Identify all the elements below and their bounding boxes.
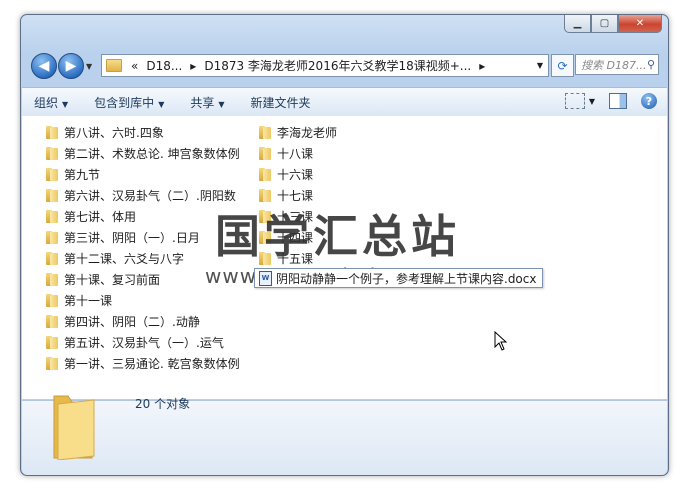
- folder-item[interactable]: 第六讲、汉易卦气（二）.阴阳数: [46, 186, 236, 204]
- folder-label: 李海龙老师: [277, 125, 338, 140]
- folder-item[interactable]: 第九节: [46, 165, 100, 183]
- folder-label: 十八课: [277, 146, 314, 161]
- new-folder-label: 新建文件夹: [250, 95, 311, 110]
- chevron-down-icon: ▼: [158, 99, 165, 109]
- folder-icon: [46, 335, 58, 349]
- folder-label: 第三讲、阴阳（一）.日月: [64, 230, 200, 245]
- folder-item[interactable]: 李海龙老师: [259, 123, 337, 141]
- folder-item[interactable]: 第二讲、术数总论. 坤宫象数体例: [46, 144, 240, 162]
- address-dropdown-icon[interactable]: ▼: [537, 61, 543, 70]
- folder-item[interactable]: 第五讲、汉易卦气（一）.运气: [46, 333, 224, 351]
- maximize-button[interactable]: ▢: [591, 15, 618, 33]
- folder-label: 第十课、复习前面: [64, 272, 161, 287]
- folder-icon: [46, 167, 58, 181]
- chevron-down-icon: ▼: [62, 99, 69, 109]
- preview-pane-icon[interactable]: [609, 93, 627, 109]
- search-placeholder: 搜索 D187...: [581, 58, 647, 72]
- breadcrumb-separator-icon[interactable]: ▸: [190, 59, 196, 73]
- folder-icon: [106, 59, 122, 72]
- folder-label: 第一讲、三易通论. 乾宫象数体例: [64, 356, 240, 371]
- folder-label: 第二讲、术数总论. 坤宫象数体例: [64, 146, 240, 161]
- drag-tooltip-label: 阴阳动静静一个例子，参考理解上节课内容.docx: [276, 271, 537, 286]
- folder-icon: [46, 293, 58, 307]
- help-icon[interactable]: ?: [641, 93, 657, 109]
- chevron-down-icon: ▼: [218, 99, 225, 109]
- search-icon[interactable]: ⚲: [647, 58, 655, 71]
- drag-tooltip: W 阴阳动静静一个例子，参考理解上节课内容.docx: [254, 268, 544, 288]
- breadcrumb-overflow[interactable]: «: [131, 59, 138, 73]
- folder-item[interactable]: 第十一课: [46, 291, 112, 309]
- refresh-button[interactable]: ⟳: [551, 54, 574, 77]
- search-input[interactable]: 搜索 D187... ⚲: [575, 54, 659, 75]
- folder-label: 第七讲、体用: [64, 209, 137, 224]
- folder-icon: [46, 272, 58, 286]
- view-options-button[interactable]: ▼: [564, 93, 595, 109]
- folder-label: 第五讲、汉易卦气（一）.运气: [64, 335, 224, 350]
- folder-item[interactable]: 第三讲、阴阳（一）.日月: [46, 228, 200, 246]
- watermark-text: 国学汇总站: [215, 210, 461, 263]
- recent-pages-dropdown-icon[interactable]: ▼: [86, 62, 92, 71]
- folder-item[interactable]: 第七讲、体用: [46, 207, 136, 225]
- folder-icon: [46, 209, 58, 223]
- breadcrumb-separator-icon[interactable]: ▸: [479, 59, 485, 73]
- folder-item[interactable]: 第四讲、阴阳（二）.动静: [46, 312, 200, 330]
- address-bar[interactable]: « D18... ▸ D1873 李海龙老师2016年六爻教学18课视频+...…: [101, 54, 549, 77]
- folder-icon: [259, 146, 271, 160]
- word-document-icon: W: [259, 270, 272, 286]
- organize-button[interactable]: 组织 ▼: [34, 94, 68, 111]
- folder-icon: [46, 314, 58, 328]
- folder-item[interactable]: 第八讲、六时.四象: [46, 123, 164, 141]
- chevron-down-icon: ▼: [588, 96, 595, 106]
- mouse-cursor-icon: [494, 331, 508, 351]
- toolbar-right: ▼ ?: [564, 93, 657, 109]
- minimize-button[interactable]: ▁: [564, 15, 591, 33]
- folder-icon: [259, 125, 271, 139]
- folder-label: 第九节: [64, 167, 101, 182]
- folder-icon: [46, 125, 58, 139]
- back-button[interactable]: ◀: [31, 53, 57, 79]
- command-bar: 组织 ▼ 包含到库中 ▼ 共享 ▼ 新建文件夹 ▼ ?: [22, 87, 667, 117]
- breadcrumb-segment-1[interactable]: D18...: [146, 59, 182, 73]
- details-pane: [22, 400, 667, 475]
- folder-label: 十六课: [277, 167, 314, 182]
- window-controls: ▁ ▢ ✕: [564, 15, 662, 33]
- folder-item[interactable]: 第十二课、六爻与八字: [46, 249, 184, 267]
- view-icon: [564, 93, 585, 109]
- forward-button[interactable]: ▶: [58, 53, 84, 79]
- folder-icon: [46, 251, 58, 265]
- status-count: 20 个对象: [135, 397, 191, 411]
- folder-label: 第八讲、六时.四象: [64, 125, 164, 140]
- large-folder-icon: [53, 395, 95, 460]
- folder-label: 第十二课、六爻与八字: [64, 251, 185, 266]
- folder-item[interactable]: 第一讲、三易通论. 乾宫象数体例: [46, 354, 240, 372]
- folder-icon: [46, 146, 58, 160]
- close-button[interactable]: ✕: [618, 15, 662, 33]
- navigation-bar: ◀ ▶ ▼ « D18... ▸ D1873 李海龙老师2016年六爻教学18课…: [29, 51, 659, 79]
- folder-icon: [46, 188, 58, 202]
- folder-icon: [46, 230, 58, 244]
- folder-icon: [259, 167, 271, 181]
- folder-icon: [46, 356, 58, 370]
- folder-item[interactable]: 十六课: [259, 165, 313, 183]
- folder-label: 第十一课: [64, 293, 113, 308]
- breadcrumb-segment-2[interactable]: D1873 李海龙老师2016年六爻教学18课视频+...: [204, 57, 471, 74]
- folder-label: 第四讲、阴阳（二）.动静: [64, 314, 200, 329]
- new-folder-button[interactable]: 新建文件夹: [251, 94, 311, 111]
- organize-label: 组织: [34, 95, 59, 110]
- include-in-library-button[interactable]: 包含到库中 ▼: [94, 94, 164, 111]
- folder-item[interactable]: 十八课: [259, 144, 313, 162]
- share-button[interactable]: 共享 ▼: [190, 94, 224, 111]
- folder-item[interactable]: 第十课、复习前面: [46, 270, 160, 288]
- share-label: 共享: [190, 95, 215, 110]
- include-in-library-label: 包含到库中: [94, 95, 155, 110]
- folder-label: 第六讲、汉易卦气（二）.阴阳数: [64, 188, 236, 203]
